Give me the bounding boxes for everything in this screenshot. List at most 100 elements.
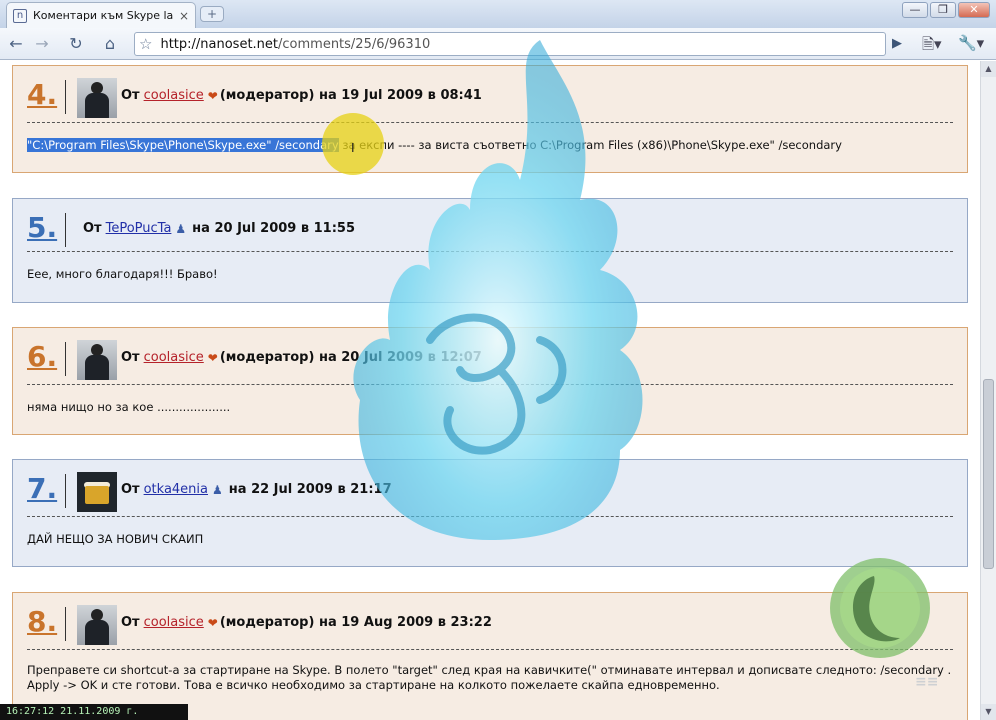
minimize-button[interactable]: — [902, 2, 928, 18]
comment-date: 19 Jul 2009 [341, 88, 424, 103]
recording-clock: 16:27:12 21.11.2009 г. [0, 704, 188, 720]
at-label: в [337, 482, 346, 497]
dashed-divider [27, 384, 953, 385]
comment-text: ДАЙ НЕЩО ЗА НОВИЧ СКАИП [27, 532, 204, 546]
comment-text: Преправете си shortcut-a за стартиране н… [27, 663, 952, 692]
comment-7: 7. От otka4enia ♟ на 22 Jul 2009 в 21:17… [12, 459, 968, 567]
comment-4: 4. От coolasice ❤ (модератор) на 19 Jul … [12, 65, 968, 173]
comment-time: 12:07 [440, 350, 482, 365]
back-arrow-icon[interactable]: ← [4, 32, 28, 56]
selected-text[interactable]: "C:\Program Files\Skype\Phone\Skype.exe"… [27, 138, 339, 152]
user-icon: ♟ [212, 482, 223, 497]
comment-number[interactable]: 4. [27, 78, 57, 111]
comment-time: 21:17 [350, 482, 392, 497]
home-icon[interactable]: ⌂ [98, 32, 122, 56]
comment-meta: От TePoPucTa ♟ на 20 Jul 2009 в 11:55 [83, 221, 355, 236]
comment-text-rest: за експи ---- за виста съответно C:\Prog… [338, 138, 842, 152]
new-tab-button[interactable]: + [200, 6, 224, 22]
comment-time: 11:55 [313, 221, 356, 236]
on-label: на [192, 221, 210, 236]
at-label: в [300, 221, 310, 236]
comment-5: 5. От TePoPucTa ♟ на 20 Jul 2009 в 11:55… [12, 198, 968, 303]
url-text: http://nanoset.net/comments/25/6/96310 [160, 37, 430, 52]
separator [65, 80, 66, 114]
comment-meta: От coolasice ❤ (модератор) на 19 Aug 200… [121, 615, 492, 630]
comment-meta: От coolasice ❤ (модератор) на 19 Jul 200… [121, 88, 482, 103]
avatar [77, 340, 117, 380]
comment-date: 22 Jul 2009 [251, 482, 333, 497]
vertical-scrollbar[interactable]: ▲ ▼ [980, 61, 996, 720]
title-bar: n Коментари към Skype lau... × + — ❐ ✕ [0, 0, 996, 28]
text-cursor-icon: I [351, 141, 355, 155]
at-label: в [427, 88, 436, 103]
url-host: http://nanoset.net [160, 36, 279, 52]
comment-meta: От otka4enia ♟ на 22 Jul 2009 в 21:17 [121, 482, 392, 497]
role-label: (модератор) [219, 615, 315, 630]
on-label: на [228, 482, 247, 497]
comment-text: "C:\Program Files\Skype\Phone\Skype.exe"… [27, 138, 953, 153]
by-label: От [121, 615, 140, 630]
comment-meta: От coolasice ❤ (модератор) на 20 Jul 200… [121, 350, 482, 365]
url-path: /comments/25/6/96310 [278, 36, 431, 52]
reload-icon[interactable]: ↻ [64, 32, 88, 56]
forward-arrow-icon[interactable]: → [30, 32, 54, 56]
tab-title: Коментари към Skype lau... [33, 9, 173, 22]
on-label: на [318, 350, 337, 365]
moderator-icon: ❤ [207, 615, 218, 630]
comment-time: 23:22 [450, 615, 492, 630]
user-icon: ♟ [175, 221, 187, 236]
separator [65, 213, 66, 247]
by-label: От [121, 350, 140, 365]
scroll-down-arrow-icon[interactable]: ▼ [981, 704, 996, 720]
comment-time: 08:41 [440, 88, 482, 103]
author-link[interactable]: otka4enia [144, 482, 208, 497]
comment-date: 20 Jul 2009 [341, 350, 424, 365]
separator [65, 474, 66, 508]
avatar [77, 78, 117, 118]
comment-date: 20 Jul 2009 [214, 221, 297, 236]
comment-number[interactable]: 7. [27, 472, 57, 505]
comment-text: Еее, много благодаря!!! Браво! [27, 267, 218, 281]
author-link[interactable]: coolasice [144, 350, 204, 365]
page-menu-icon[interactable]: 🗎▾ [922, 34, 942, 59]
address-bar[interactable]: ☆ http://nanoset.net/comments/25/6/96310 [134, 32, 886, 56]
comment-6: 6. От coolasice ❤ (модератор) на 20 Jul … [12, 327, 968, 435]
on-label: на [318, 88, 337, 103]
by-label: От [121, 88, 140, 103]
author-link[interactable]: coolasice [144, 615, 204, 630]
wrench-icon[interactable]: 🔧▾ [958, 34, 984, 52]
moderator-icon: ❤ [207, 88, 218, 103]
tab-close-icon[interactable]: × [179, 9, 189, 23]
maximize-button[interactable]: ❐ [930, 2, 956, 18]
browser-toolbar: ← → ↻ ⌂ ☆ http://nanoset.net/comments/25… [0, 28, 996, 60]
dashed-divider [27, 649, 953, 650]
comment-number[interactable]: 8. [27, 605, 57, 638]
dashed-divider [27, 122, 953, 123]
avatar [77, 605, 117, 645]
close-window-button[interactable]: ✕ [958, 2, 990, 18]
scroll-thumb[interactable] [983, 379, 994, 569]
comment-number[interactable]: 6. [27, 340, 57, 373]
role-label: (модератор) [219, 350, 315, 365]
avatar [77, 472, 117, 512]
comment-text: няма нищо но за кое .................... [27, 400, 231, 414]
author-link[interactable]: coolasice [144, 88, 204, 103]
on-label: на [318, 615, 337, 630]
comment-number[interactable]: 5. [27, 211, 57, 244]
go-arrow-icon[interactable]: ▶ [892, 36, 902, 51]
role-label: (модератор) [219, 88, 315, 103]
scroll-up-arrow-icon[interactable]: ▲ [981, 61, 996, 77]
separator [65, 342, 66, 376]
at-label: в [427, 350, 436, 365]
recorder-badge-icon[interactable] [816, 556, 946, 660]
bookmark-star-icon[interactable]: ☆ [139, 35, 152, 53]
moderator-icon: ❤ [207, 350, 218, 365]
by-label: От [121, 482, 140, 497]
dashed-divider [27, 251, 953, 252]
at-label: в [437, 615, 446, 630]
site-favicon-icon: n [13, 8, 27, 23]
author-link[interactable]: TePoPucTa [106, 221, 172, 236]
tab-comments[interactable]: n Коментари към Skype lau... × [6, 2, 196, 28]
dashed-divider [27, 516, 953, 517]
separator [65, 607, 66, 641]
